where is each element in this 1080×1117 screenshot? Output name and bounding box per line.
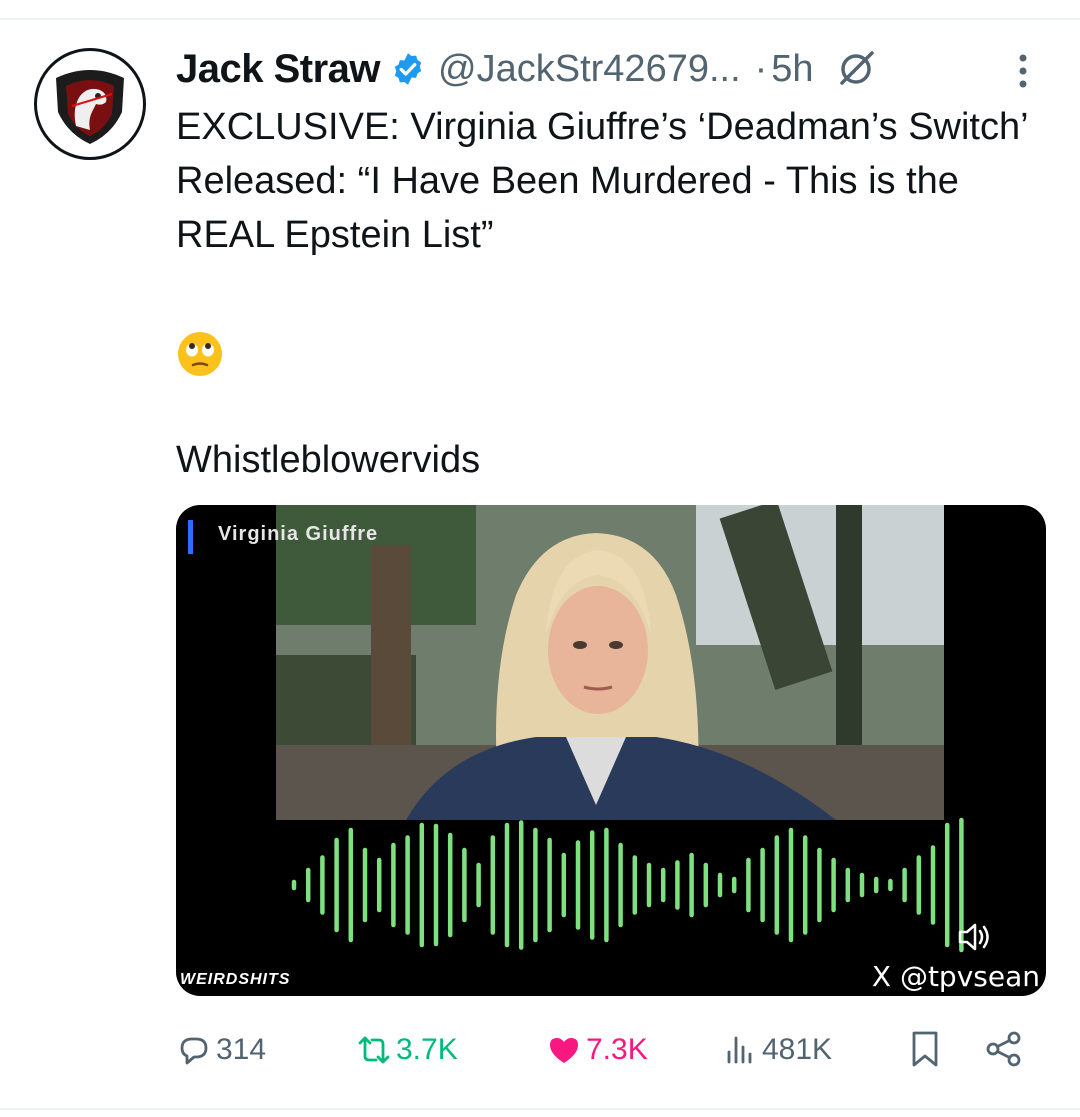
verified-badge-icon: [394, 53, 422, 85]
video-player[interactable]: Virginia Giuffre WEIRDSHITS X @tpvsean: [176, 505, 1046, 996]
grok-icon[interactable]: [834, 47, 878, 91]
author-avatar[interactable]: [34, 48, 146, 160]
more-options-icon[interactable]: [1012, 52, 1034, 90]
woman-portrait-image: [276, 505, 944, 820]
repost-button[interactable]: 3.7K: [356, 1025, 458, 1075]
video-frame-image: [276, 505, 944, 820]
watermark-weirdshits: WEIRDSHITS: [180, 971, 291, 988]
separator-dot: ·: [754, 47, 768, 90]
heart-icon: [550, 1038, 578, 1063]
views-button[interactable]: 481K: [722, 1025, 832, 1075]
caption-accent-bar: [188, 520, 193, 554]
views-count: 481K: [762, 1033, 833, 1066]
reply-button[interactable]: 314: [176, 1025, 266, 1075]
post-text: EXCLUSIVE: Virginia Giuffre’s ‘Deadman’s…: [176, 106, 1028, 256]
analytics-icon: [727, 1036, 752, 1064]
like-button[interactable]: 7.3K: [546, 1025, 648, 1075]
watermark-tpvsean: X @tpvsean: [871, 960, 1040, 993]
audio-waveform: [291, 817, 964, 953]
source-label: Whistleblowervids: [176, 439, 481, 481]
top-divider: [0, 18, 1080, 20]
bookmark-icon[interactable]: [908, 1029, 942, 1069]
reply-count: 314: [216, 1033, 267, 1066]
author-name[interactable]: Jack Straw: [176, 47, 381, 92]
repost-icon: [358, 1036, 390, 1064]
volume-icon[interactable]: [954, 917, 994, 957]
bottom-divider: [0, 1108, 1080, 1110]
video-caption: Virginia Giuffre: [218, 523, 379, 545]
face-with-rolling-eyes-emoji-icon: [178, 332, 222, 376]
post-timestamp[interactable]: 5h: [771, 48, 813, 91]
share-icon[interactable]: [984, 1029, 1024, 1069]
post-header: Jack Straw @JackStr42679... · 5h: [176, 44, 878, 94]
author-handle[interactable]: @JackStr42679...: [438, 48, 741, 91]
action-bar: 314 3.7K 7.3K 481K: [0, 1025, 1080, 1075]
shield-logo-icon: [56, 70, 124, 144]
repost-count: 3.7K: [396, 1033, 458, 1066]
reply-icon: [180, 1037, 208, 1065]
like-count: 7.3K: [586, 1033, 648, 1066]
